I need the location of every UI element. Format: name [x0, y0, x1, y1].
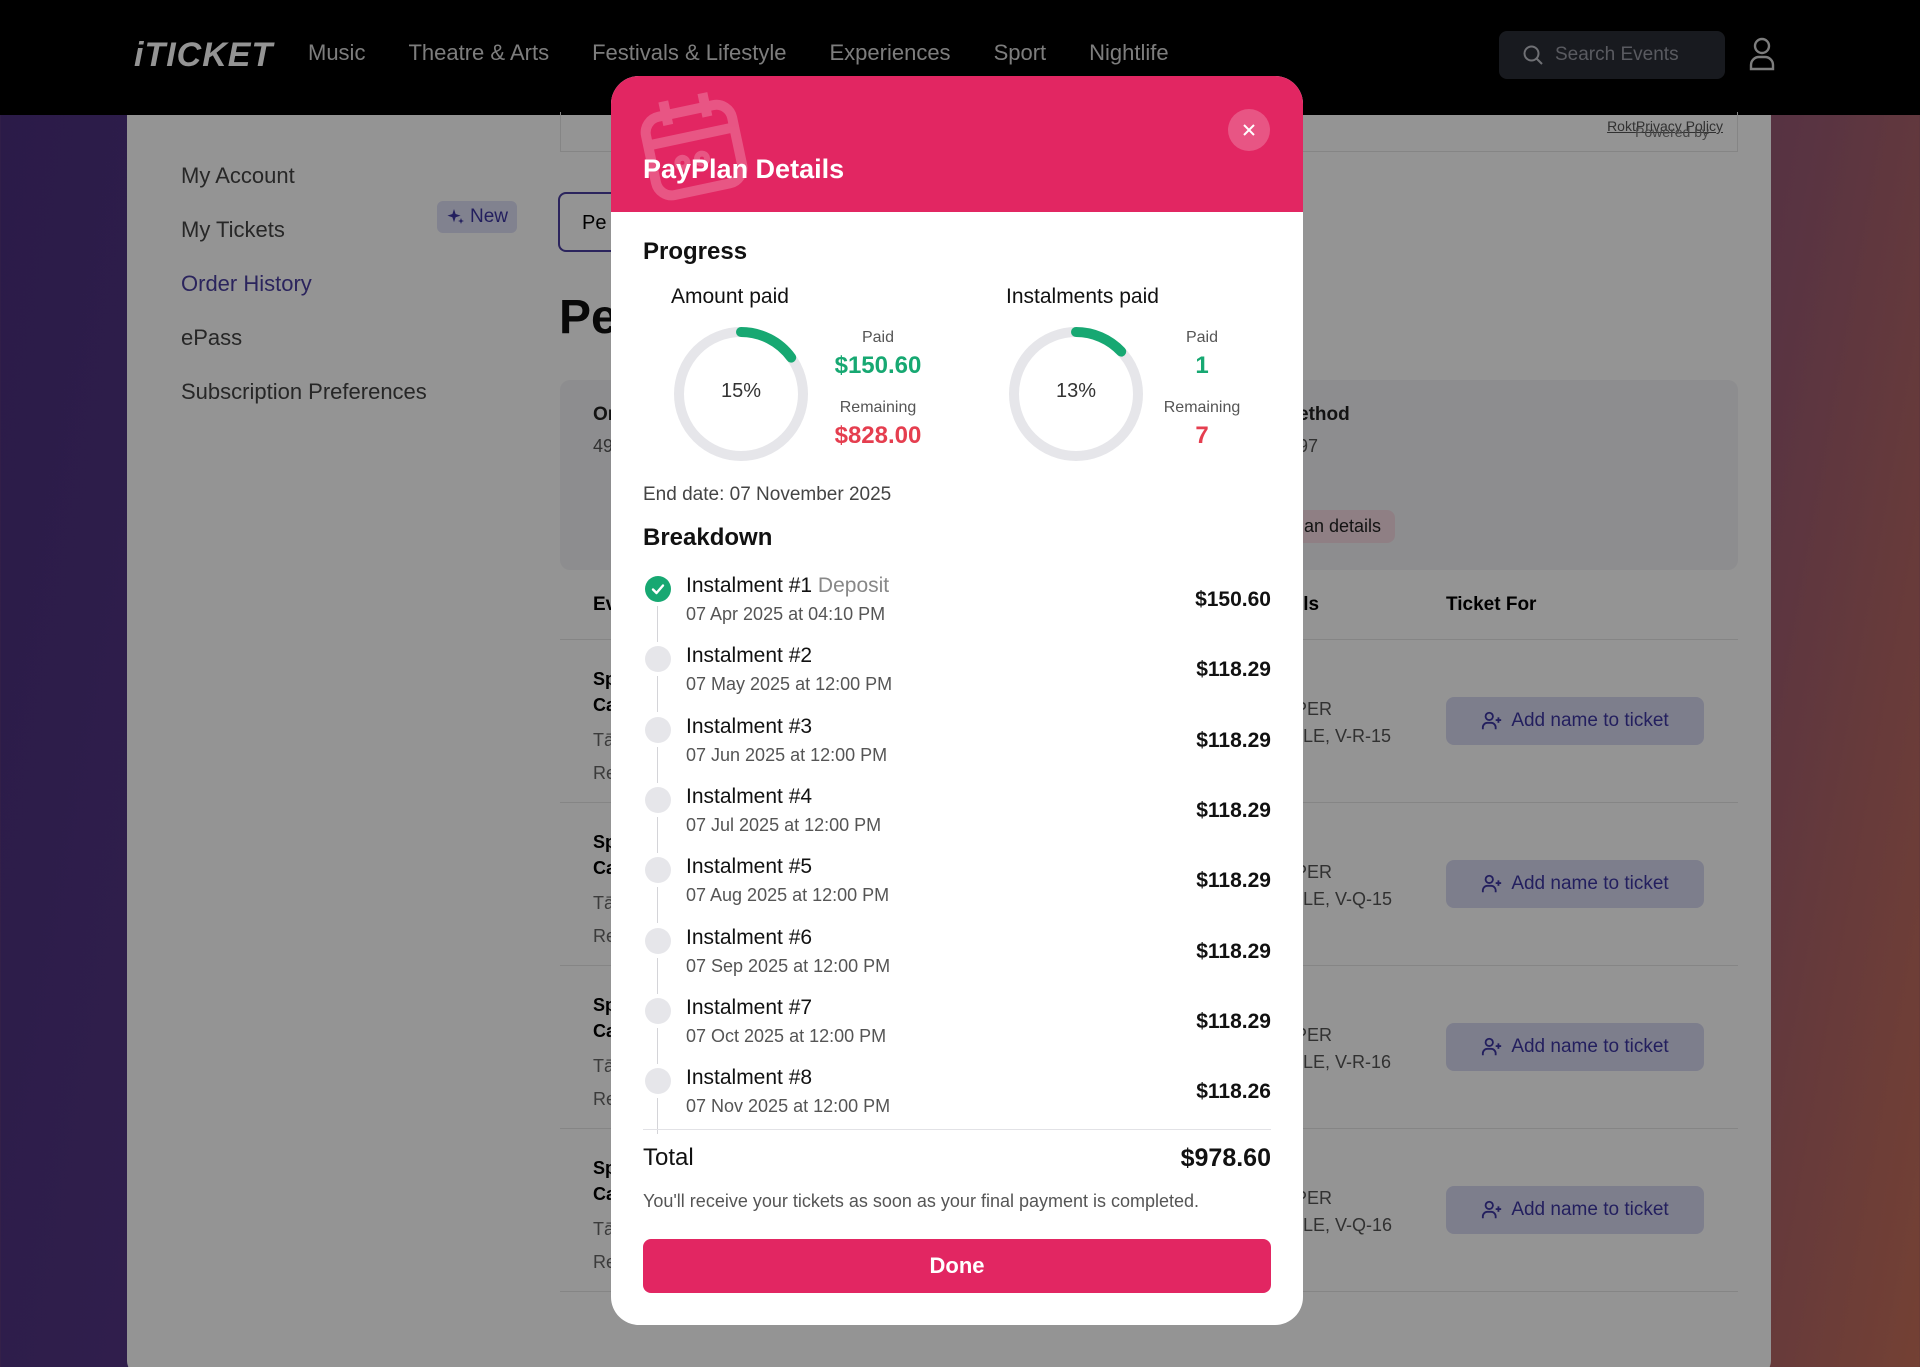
instalment-date: 07 Jul 2025 at 12:00 PM — [686, 814, 882, 835]
instalment-amount: $150.60 — [1195, 588, 1271, 611]
amount-paid-value: $150.60 — [834, 352, 922, 379]
breakdown-heading: Breakdown — [643, 524, 773, 551]
instalment-date: 07 Apr 2025 at 04:10 PM — [686, 604, 886, 624]
instalment-name: Instalment #7 — [686, 995, 813, 1019]
total-value: $978.60 — [1180, 1144, 1271, 1172]
instalments-remaining-value: 7 — [1195, 422, 1209, 449]
unpaid-status-icon — [645, 927, 671, 954]
instalment-row: Instalment #5 07 Aug 2025 at 12:00 PM $118… — [643, 853, 1271, 924]
instalments-percent: 13% — [1055, 380, 1097, 402]
timeline-connector — [657, 887, 658, 924]
instalment-date: 07 Nov 2025 at 12:00 PM — [686, 1096, 891, 1117]
paid-check-icon — [645, 576, 671, 602]
unpaid-status-icon — [645, 1068, 671, 1095]
instalment-name: Instalment #5 — [686, 855, 813, 879]
modal-header: PayPlan Details — [611, 76, 1303, 212]
instalment-name: Instalment #6 — [686, 925, 813, 949]
instalment-row: Instalment #8 07 Nov 2025 at 12:00 PM $118… — [643, 1064, 1271, 1135]
instalments-remaining-label: Remaining — [1163, 399, 1241, 416]
unpaid-status-icon — [645, 786, 671, 813]
timeline-connector — [657, 816, 658, 853]
instalments-paid-label: Paid — [1185, 329, 1219, 346]
total-divider — [643, 1129, 1271, 1130]
modal-title: PayPlan Details — [643, 154, 845, 184]
instalment-row: Instalment #1 Deposit 07 Apr 2025 at 04:1… — [643, 572, 1271, 642]
instalment-tag: Deposit — [817, 574, 890, 597]
instalment-amount: $118.29 — [1196, 658, 1271, 682]
instalment-amount: $118.26 — [1196, 1080, 1271, 1104]
timeline-connector — [657, 1027, 658, 1064]
timeline-connector — [657, 746, 658, 783]
instalment-row: Instalment #6 07 Sep 2025 at 12:00 PM $118… — [643, 924, 1271, 994]
instalment-date: 07 Aug 2025 at 12:00 PM — [686, 885, 890, 906]
instalment-name: Instalment #1 Deposit — [686, 574, 890, 597]
total-label: Total — [643, 1144, 694, 1171]
timeline-connector — [657, 957, 658, 994]
amount-paid-label: Paid — [861, 329, 895, 346]
progress-heading: Progress — [643, 238, 748, 265]
instalment-row: Instalment #3 07 Jun 2025 at 12:00 PM $118… — [643, 713, 1271, 783]
instalments-paid-title: Instalments paid — [1006, 285, 1159, 308]
instalment-row: Instalment #4 07 Jul 2025 at 12:00 PM $118… — [643, 783, 1271, 853]
tickets-note: You'll receive your tickets as soon as y… — [643, 1191, 1200, 1211]
instalment-name: Instalment #2 — [686, 644, 813, 668]
end-date: End date: 07 November 2025 — [643, 484, 892, 505]
instalment-name: Instalment #8 — [686, 1066, 813, 1090]
calendar-icon — [640, 92, 748, 201]
instalment-amount: $118.29 — [1196, 728, 1271, 752]
instalment-date: 07 May 2025 at 12:00 PM — [686, 674, 893, 695]
timeline-connector — [657, 606, 658, 642]
amount-remaining-value: $828.00 — [834, 422, 922, 449]
instalment-date: 07 Jun 2025 at 12:00 PM — [686, 744, 888, 765]
amount-percent: 15% — [720, 380, 762, 402]
unpaid-status-icon — [645, 997, 671, 1024]
close-button[interactable] — [1228, 109, 1270, 151]
instalment-name: Instalment #4 — [686, 784, 813, 808]
payplan-details-modal: PayPlan Details Progress Amount paid 15%… — [611, 76, 1303, 1325]
instalment-date: 07 Oct 2025 at 12:00 PM — [686, 1025, 887, 1046]
instalments-paid-value: 1 — [1195, 352, 1209, 379]
done-button[interactable]: Done — [643, 1239, 1271, 1293]
unpaid-status-icon — [645, 857, 671, 884]
instalment-amount: $118.29 — [1196, 939, 1271, 963]
instalment-date: 07 Sep 2025 at 12:00 PM — [686, 955, 891, 976]
close-icon — [1243, 124, 1255, 136]
instalment-name: Instalment #3 — [686, 714, 813, 738]
unpaid-status-icon — [645, 646, 671, 673]
instalment-row: Instalment #2 07 May 2025 at 12:00 PM $118… — [643, 642, 1271, 713]
unpaid-status-icon — [645, 716, 671, 743]
instalment-amount: $118.29 — [1196, 1009, 1271, 1033]
instalment-amount: $118.29 — [1196, 869, 1271, 893]
amount-remaining-label: Remaining — [839, 399, 917, 416]
instalment-amount: $118.29 — [1196, 798, 1271, 822]
instalment-row: Instalment #7 07 Oct 2025 at 12:00 PM $118… — [643, 994, 1271, 1064]
amount-paid-title: Amount paid — [671, 285, 789, 308]
timeline-connector — [657, 676, 658, 713]
